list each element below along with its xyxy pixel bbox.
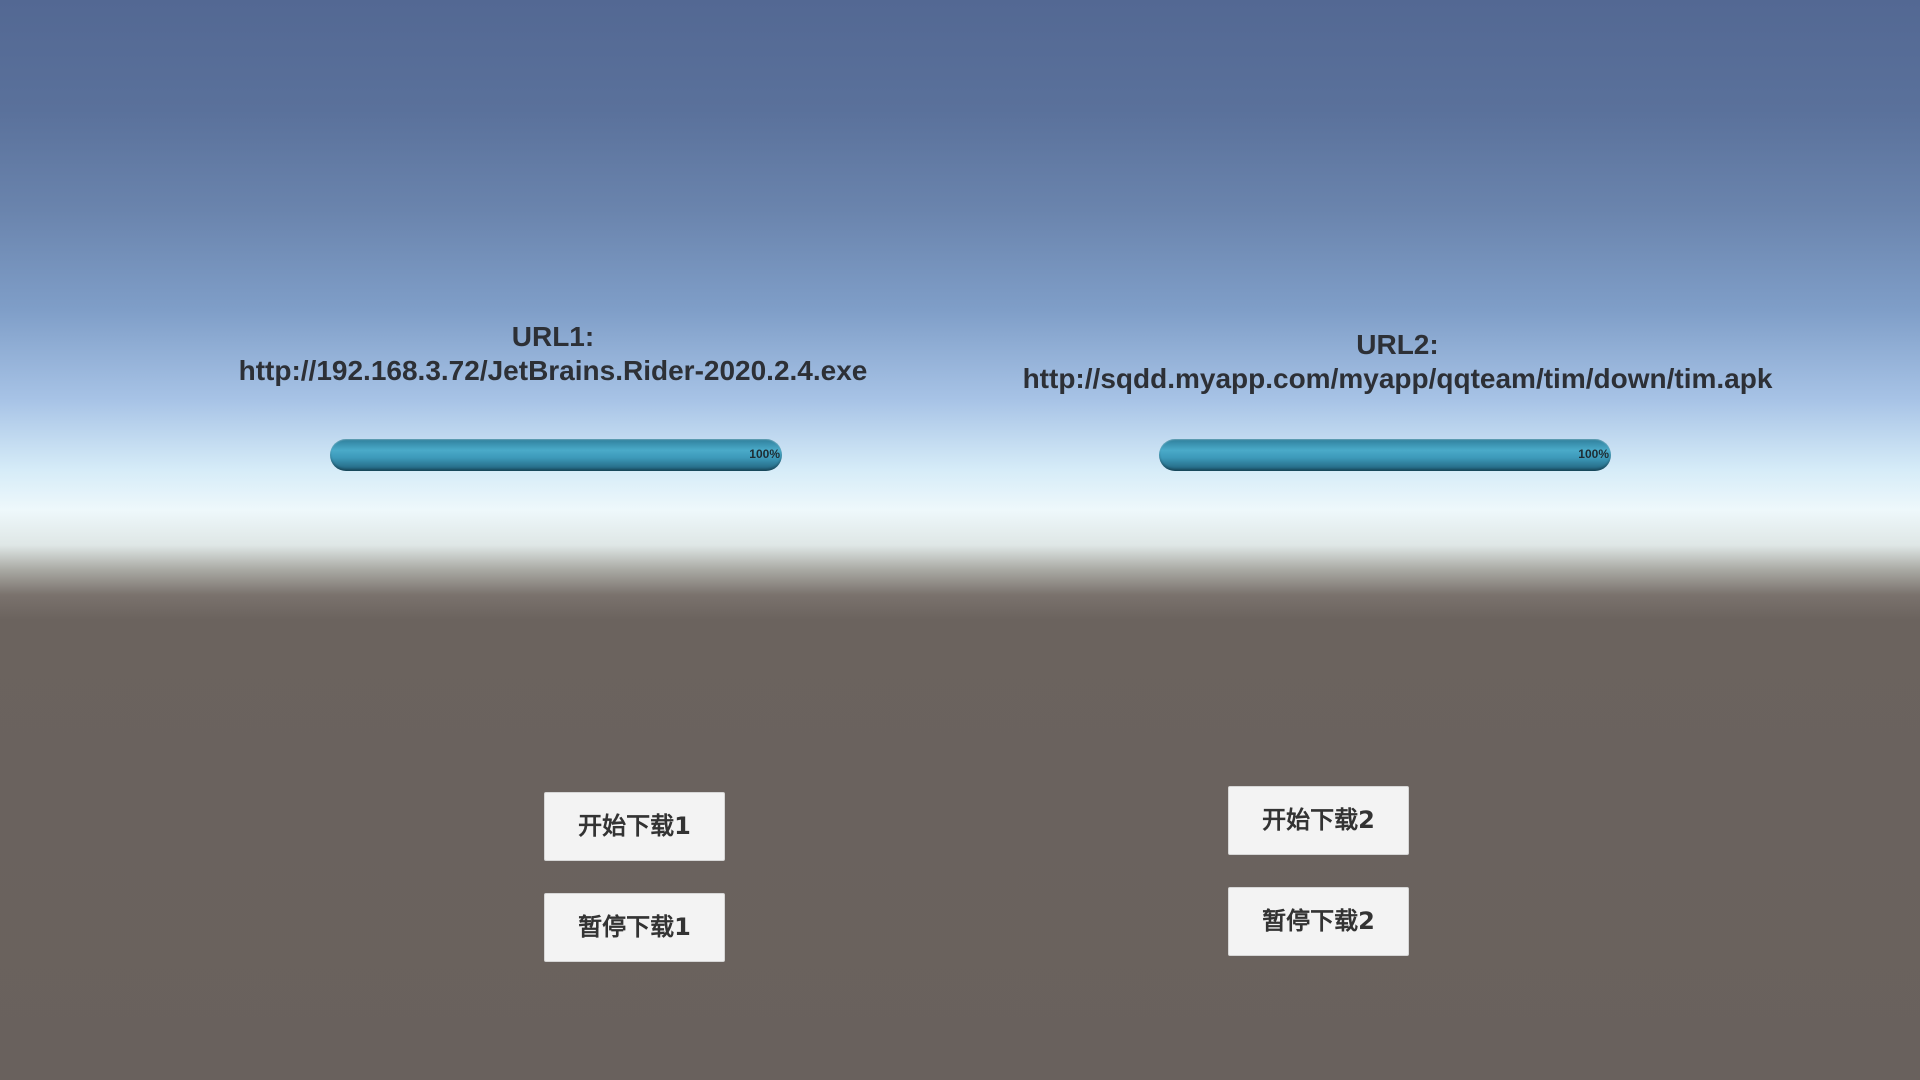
download2-progress-fill	[1159, 439, 1611, 471]
scene-background	[0, 0, 1920, 1080]
start-download2-button[interactable]: 开始下载2	[1228, 786, 1409, 855]
download1-progress-bar: 100%	[330, 439, 782, 471]
url1-label: URL1: http://192.168.3.72/JetBrains.Ride…	[133, 320, 973, 388]
url1-title: URL1:	[511, 321, 595, 352]
pause-download2-button[interactable]: 暂停下载2	[1228, 887, 1409, 956]
url2-label: URL2: http://sqdd.myapp.com/myapp/qqteam…	[960, 328, 1835, 396]
download2-progress-bar: 100%	[1159, 439, 1611, 471]
url2-address: http://sqdd.myapp.com/myapp/qqteam/tim/d…	[1022, 363, 1773, 394]
url2-title: URL2:	[1356, 329, 1439, 360]
download1-progress-text: 100%	[749, 447, 780, 461]
download2-progress-text: 100%	[1578, 447, 1609, 461]
pause-download1-button[interactable]: 暂停下载1	[544, 893, 725, 962]
download1-progress-fill	[330, 439, 782, 471]
url1-address: http://192.168.3.72/JetBrains.Rider-2020…	[238, 355, 868, 386]
start-download1-button[interactable]: 开始下载1	[544, 792, 725, 861]
